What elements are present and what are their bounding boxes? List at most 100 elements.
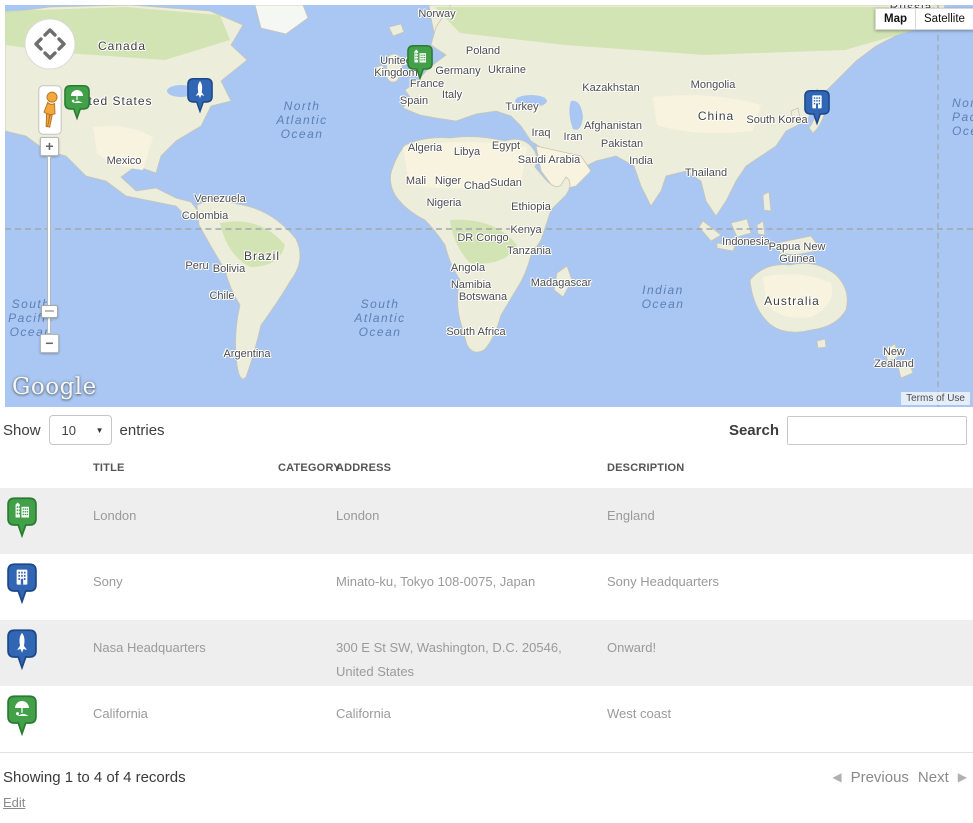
zoom-slider-handle[interactable] (41, 305, 58, 318)
map-label-country: Angola (451, 262, 485, 274)
map-label-country: Mali (406, 175, 426, 187)
row-title-cell: Sony (93, 554, 278, 620)
map-pan-control[interactable] (24, 18, 76, 70)
map-label-country: Canada (98, 40, 146, 52)
map-label-country: Pakistan (601, 138, 643, 150)
map-label-country: Italy (442, 89, 462, 101)
map-label-country: Iraq (532, 127, 551, 139)
map-label-country: Argentina (223, 348, 270, 360)
row-description-cell: England (607, 488, 973, 554)
map-label-country: Turkey (505, 101, 538, 113)
column-header-description[interactable]: DESCRIPTION (607, 450, 973, 488)
search-control: Search (729, 416, 967, 445)
map-label-ocean: NorthPacificOcean (952, 96, 973, 138)
map-label-country: Norway (418, 8, 455, 20)
map-label-country: Tanzania (507, 245, 551, 257)
map-marker-london[interactable] (407, 44, 433, 81)
beach-icon (7, 694, 37, 737)
pegman-streetview-control[interactable] (38, 85, 62, 135)
dashed-meridian-line (937, 5, 939, 407)
city-icon (407, 44, 433, 81)
column-header-address[interactable]: ADDRESS (336, 450, 607, 488)
map-label-country: Peru (185, 260, 208, 272)
map-section: CanadaUnited StatesMexicoVenezuelaColomb… (0, 0, 973, 407)
table-row-california[interactable]: CaliforniaCaliforniaWest coast (0, 686, 973, 752)
locations-table: TITLE CATEGORY ADDRESS DESCRIPTION Londo… (0, 450, 973, 753)
row-category-cell (278, 686, 336, 752)
row-address-cell: California (336, 686, 607, 752)
map-label-country: Egypt (492, 140, 520, 152)
row-title-cell: California (93, 686, 278, 752)
search-label: Search (729, 422, 779, 439)
map-label-country: Ukraine (488, 64, 526, 76)
building-icon (804, 89, 830, 126)
map-type-control: Map Satellite (875, 8, 973, 30)
page-length-select-wrap: 10 ▼ (49, 415, 112, 445)
map-label-country: Afghanistan (584, 120, 642, 132)
next-arrow-icon[interactable]: ▶ (958, 770, 967, 784)
table-row-nasa-headquarters[interactable]: Nasa Headquarters300 E St SW, Washington… (0, 620, 973, 686)
map-canvas[interactable]: CanadaUnited StatesMexicoVenezuelaColomb… (5, 5, 973, 407)
column-header-title[interactable]: TITLE (93, 450, 278, 488)
map-label-country: Germany (435, 65, 480, 77)
map-label-country: Venezuela (194, 193, 245, 205)
entries-label: entries (120, 422, 165, 439)
edit-link[interactable]: Edit (3, 795, 25, 810)
next-button[interactable]: Next (918, 769, 949, 786)
map-marker-california[interactable] (64, 84, 90, 121)
map-label-country: Indonesia (722, 236, 770, 248)
show-label: Show (3, 422, 41, 439)
google-logo[interactable]: Google (12, 374, 97, 400)
row-address-cell: London (336, 488, 607, 554)
map-label-country: Kazakhstan (582, 82, 639, 94)
column-header-category[interactable]: CATEGORY (278, 450, 336, 488)
map-label-country: Papua NewGuinea (769, 241, 826, 265)
zoom-in-button[interactable]: + (40, 137, 59, 156)
pagination: ◀ Previous Next ▶ (832, 769, 967, 786)
map-label-country: Bolivia (213, 263, 245, 275)
table-header-row: TITLE CATEGORY ADDRESS DESCRIPTION (0, 450, 973, 488)
map-label-ocean: IndianOcean (642, 283, 685, 311)
row-description-cell: West coast (607, 686, 973, 752)
table-controls: Show 10 ▼ entries Search (0, 407, 973, 450)
map-label-country: Algeria (408, 142, 442, 154)
zoom-out-button[interactable]: − (40, 334, 59, 353)
rocket-icon (187, 77, 213, 114)
search-input[interactable] (787, 416, 967, 445)
map-label-country: Spain (400, 95, 428, 107)
map-label-country: South Korea (746, 114, 807, 126)
map-label-country: Thailand (685, 167, 727, 179)
map-label-country: Chile (209, 290, 234, 302)
map-marker-nasa[interactable] (187, 77, 213, 114)
pegman-icon (38, 85, 62, 135)
map-label-country: Poland (466, 45, 500, 57)
map-label-country: Saudi Arabia (518, 154, 580, 166)
beach-icon (64, 84, 90, 121)
rocket-icon (7, 628, 37, 671)
map-label-country: Madagascar (531, 277, 592, 289)
building-icon (7, 562, 37, 605)
map-label-ocean: NorthAtlanticOcean (276, 99, 327, 141)
map-marker-sony[interactable] (804, 89, 830, 126)
map-label-country: China (698, 110, 734, 122)
page: CanadaUnited StatesMexicoVenezuelaColomb… (0, 0, 973, 823)
table-row-london[interactable]: LondonLondonEngland (0, 488, 973, 554)
equator-line (5, 228, 973, 230)
row-category-cell (278, 488, 336, 554)
map-label-country: Botswana (459, 291, 507, 303)
row-title-cell: Nasa Headquarters (93, 620, 278, 686)
page-length-select[interactable]: 10 (49, 415, 112, 445)
map-label-country: Mongolia (691, 79, 736, 91)
column-header-icon[interactable] (0, 450, 93, 488)
map-type-map-button[interactable]: Map (875, 8, 915, 30)
terms-of-use-link[interactable]: Terms of Use (901, 392, 970, 405)
previous-arrow-icon[interactable]: ◀ (832, 770, 841, 784)
map-type-satellite-button[interactable]: Satellite (915, 8, 973, 30)
pan-arrows-icon (24, 18, 76, 70)
map-label-country: India (629, 155, 653, 167)
row-description-cell: Sony Headquarters (607, 554, 973, 620)
row-marker-icon-cell (0, 686, 93, 752)
previous-button[interactable]: Previous (851, 769, 909, 786)
table-row-sony[interactable]: SonyMinato-ku, Tokyo 108-0075, JapanSony… (0, 554, 973, 620)
map-label-country: Sudan (490, 177, 522, 189)
